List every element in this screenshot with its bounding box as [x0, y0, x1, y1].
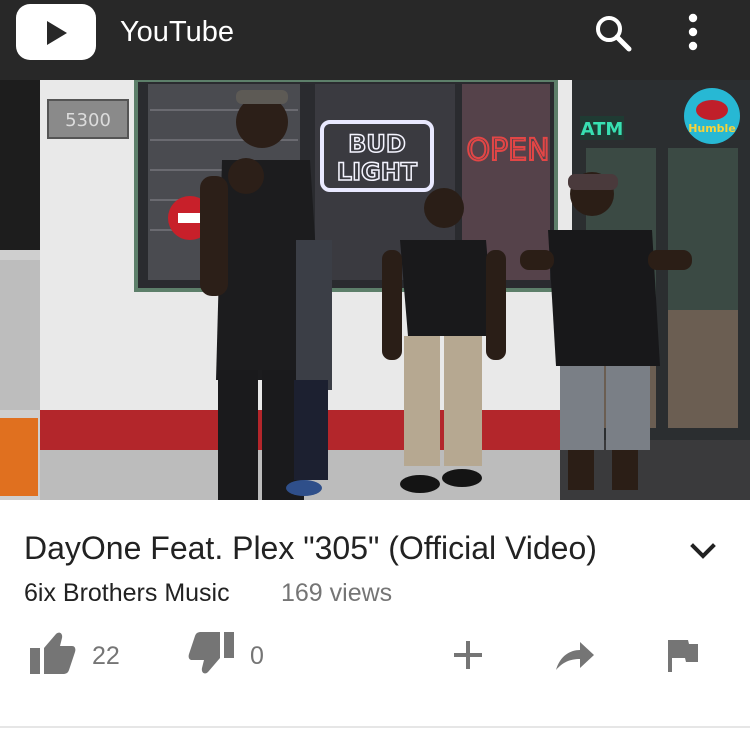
neon-sign-line-1: BUD — [348, 130, 406, 158]
dislike-button[interactable]: 0 — [188, 630, 278, 682]
share-icon — [556, 642, 594, 670]
search-button[interactable] — [588, 8, 638, 58]
thumb-down-icon — [188, 632, 234, 674]
like-button[interactable]: 22 — [28, 630, 138, 682]
add-to-playlist-button[interactable] — [448, 630, 488, 682]
orange-bucket — [0, 418, 38, 496]
add-icon — [454, 641, 482, 669]
dislike-count: 0 — [250, 642, 264, 670]
atm-sign: ATM — [581, 119, 624, 140]
watermark-text: Humble — [688, 122, 736, 135]
expand-description-button[interactable] — [685, 536, 721, 566]
play-icon — [47, 21, 67, 45]
more-vert-icon — [688, 13, 698, 51]
app-title: YouTube — [120, 16, 234, 48]
youtube-logo[interactable] — [16, 4, 96, 60]
flag-icon — [668, 640, 698, 672]
app-bar: YouTube — [0, 0, 750, 80]
divider — [0, 726, 750, 728]
more-options-button[interactable] — [670, 8, 716, 58]
channel-name[interactable]: 6ix Brothers Music — [24, 577, 230, 609]
video-frame: 5300 BUD LIGHT OPEN ATM Humble — [0, 80, 750, 500]
share-button[interactable] — [552, 630, 598, 682]
video-info: DayOne Feat. Plex "305" (Official Video)… — [0, 500, 750, 750]
thumb-up-icon — [30, 632, 76, 674]
like-count: 22 — [92, 642, 120, 670]
store-number: 5300 — [65, 110, 111, 131]
video-player[interactable]: 5300 BUD LIGHT OPEN ATM Humble — [0, 80, 750, 500]
view-count: 169 views — [281, 579, 393, 607]
neon-sign-line-2: LIGHT — [337, 158, 418, 186]
open-sign: OPEN — [466, 133, 549, 168]
report-button[interactable] — [662, 630, 702, 682]
search-icon — [596, 16, 632, 52]
chevron-down-icon — [690, 543, 716, 559]
video-title: DayOne Feat. Plex "305" (Official Video) — [24, 530, 597, 566]
